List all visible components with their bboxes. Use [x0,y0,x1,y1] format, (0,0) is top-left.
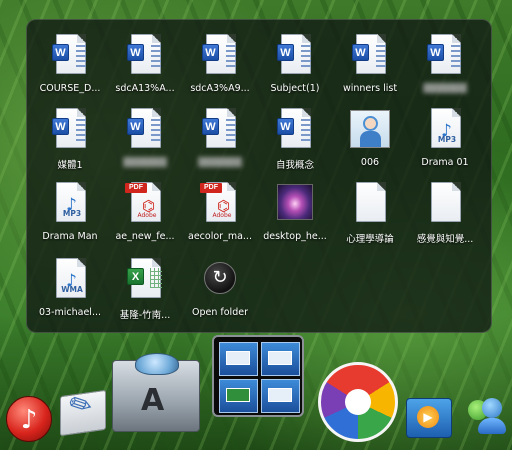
stack-item[interactable]: W ▒▒▒▒▒▒ [408,34,482,106]
stack-item[interactable]: X 基隆-竹南... [108,258,182,330]
word-badge: W [52,118,69,135]
stack-item-label: ae_new_fe... [115,231,175,242]
stack-item[interactable]: WsdcA3%A9... [183,34,257,106]
stack-item[interactable]: W Subject(1) [258,34,332,106]
stack-item-label: Drama 01 [421,157,469,168]
stack-item-label: 自我概念 [275,160,314,171]
stack-item[interactable]: 心理學導論 [333,182,407,254]
word-badge: W [352,44,369,61]
stack-item-label: Drama Man [42,231,98,242]
blank-doc-icon [427,182,463,226]
stack-item-label: desktop_he... [263,231,327,242]
stack-item-label: 006 [360,157,380,168]
word-badge: W [427,44,444,61]
stack-item-label: Subject(1) [270,83,320,94]
picasa-icon[interactable] [318,362,398,442]
word-doc-icon: W [52,34,88,78]
file-type-label: MP3 [437,135,457,144]
stack-item[interactable]: W 媒體1 [33,108,107,180]
word-doc-icon: W [202,34,238,78]
stack-item-label: ▒▒▒▒▒▒ [423,83,467,94]
spaces-icon[interactable] [212,335,304,417]
stack-item-label: 感覺與知覺... [416,234,474,245]
stack-item[interactable]: Wwinners list [333,34,407,106]
stack-item[interactable]: ⌬ Adobe PDF ae_new_fe... [108,182,182,254]
stack-item-label: sdcA13%A... [115,83,175,94]
stack-item[interactable]: WsdcA13%A... [108,34,182,106]
media-player-icon[interactable]: ▶ [406,398,452,438]
word-doc-icon: W [127,34,163,78]
excel-badge: X [127,268,144,285]
pdf-file-icon: ⌬ Adobe PDF [125,182,163,226]
stack-item[interactable]: ↻ Open folder [183,258,257,330]
stack-item-label: ▒▒▒▒▒▒ [123,157,167,168]
music-app-icon[interactable]: ♪ [6,396,52,442]
stack-item[interactable]: W ▒▒▒▒▒▒ [183,108,257,180]
stack-item-label: 媒體1 [57,160,83,171]
file-type-label: MP3 [62,209,82,218]
word-badge: W [277,44,294,61]
stack-item[interactable]: ♪ MP3 Drama 01 [408,108,482,180]
stack-item[interactable]: ♪ WMA 03-michael... [33,258,107,330]
mp3-file-icon: ♪ MP3 [52,182,88,226]
blank-doc-icon [352,182,388,226]
open-folder-arrow-icon: ↻ [202,258,238,302]
pdf-badge: PDF [125,183,147,193]
pdf-badge: PDF [200,183,222,193]
stack-item-label: sdcA3%A9... [190,83,250,94]
word-badge: W [202,118,219,135]
stack-item-label: ▒▒▒▒▒▒ [198,157,242,168]
adobe-label: Adobe [137,212,157,219]
mp3-file-icon: ♪ MP3 [427,108,463,152]
stack-item[interactable]: desktop_he... [258,182,332,254]
stack-item[interactable]: 感覺與知覺... [408,182,482,254]
word-doc-icon: W [52,108,88,152]
pdf-file-icon: ⌬ Adobe PDF [200,182,238,226]
stack-item-label: winners list [342,83,398,94]
stack-item-label: 基隆-竹南... [119,310,171,321]
word-doc-icon: W [277,108,313,152]
stack-item-label: Open folder [192,307,248,318]
stack-item[interactable]: W COURSE_D... [33,34,107,106]
installer-icon[interactable]: A [112,353,200,432]
file-type-label: WMA [61,285,83,294]
stack-item[interactable]: ⌬ Adobe PDF aecolor_ma... [183,182,257,254]
excel-file-icon: X [127,258,163,302]
stack-item[interactable]: 006 [333,108,407,180]
adobe-label: Adobe [212,212,232,219]
installer-globe-icon [135,353,179,375]
wma-file-icon: ♪ WMA [52,258,88,302]
app-store-a-icon: A [141,383,165,418]
stack-popup-panel: W COURSE_D... WsdcA13%A... WsdcA3%A9... W Sub… [26,19,492,333]
quill-writer-icon[interactable]: ✎ [60,385,106,437]
word-doc-icon: W [352,34,388,78]
stack-item-label: 03-michael... [38,307,102,318]
word-doc-icon: W [277,34,313,78]
messenger-icon[interactable] [464,394,510,440]
image-thumbnail-icon [277,182,313,226]
stack-item[interactable]: ♪ MP3 Drama Man [33,182,107,254]
photo-thumbnail-icon [350,108,390,152]
word-doc-icon: W [202,108,238,152]
stack-item[interactable]: W ▒▒▒▒▒▒ [108,108,182,180]
word-badge: W [277,118,294,135]
stack-item-label: aecolor_ma... [188,231,252,242]
word-badge: W [52,44,69,61]
word-badge: W [202,44,219,61]
word-doc-icon: W [427,34,463,78]
word-badge: W [127,44,144,61]
stack-item-label: 心理學導論 [346,234,394,245]
stack-item[interactable]: W 自我概念 [258,108,332,180]
stack-item-label: COURSE_D... [39,83,101,94]
word-doc-icon: W [127,108,163,152]
word-badge: W [127,118,144,135]
